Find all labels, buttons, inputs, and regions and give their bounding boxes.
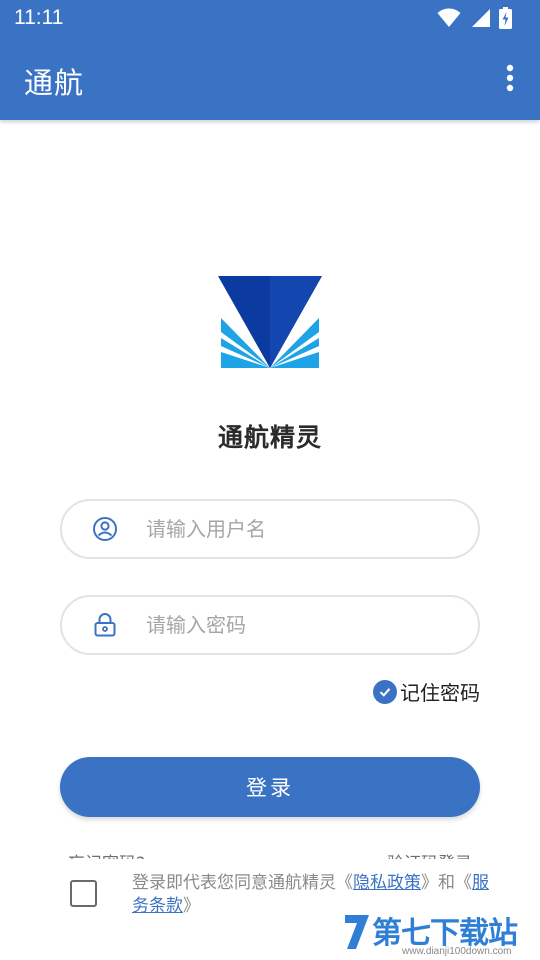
remember-password-toggle[interactable]: 记住密码: [373, 677, 480, 706]
code-login-link[interactable]: 验证码登录: [387, 849, 472, 859]
battery-charging-icon: [499, 7, 512, 29]
agreement-prefix: 登录即代表您同意通航精灵《: [132, 873, 353, 893]
app-bar: 通航: [0, 36, 540, 120]
watermark-url: www.dianji100down.com: [402, 946, 512, 957]
privacy-policy-link[interactable]: 隐私政策: [353, 873, 421, 893]
check-circle-icon[interactable]: [373, 679, 397, 704]
lock-icon: [94, 613, 116, 637]
username-input[interactable]: [146, 509, 456, 549]
password-field[interactable]: [60, 595, 480, 655]
signal-icon: [472, 9, 490, 27]
secondary-links: 忘记密码? 验证码登录: [0, 844, 540, 859]
password-input[interactable]: [146, 605, 456, 645]
login-button[interactable]: 登录: [60, 757, 480, 817]
status-icons: [437, 6, 512, 30]
app-name: 通航精灵: [217, 423, 322, 452]
app-bar-title: 通航: [24, 66, 85, 100]
username-field[interactable]: [60, 499, 480, 559]
status-bar: 11:11: [0, 0, 540, 36]
watermark: 第七下载站 www.dianji100down.com: [340, 906, 540, 960]
remember-password-label: 记住密码: [400, 681, 480, 705]
watermark-logo-icon: [345, 915, 369, 949]
agreement-checkbox[interactable]: [70, 880, 97, 907]
agreement-suffix: 》: [183, 896, 200, 916]
app-logo: [218, 276, 322, 368]
forgot-password-link[interactable]: 忘记密码?: [68, 849, 145, 859]
user-circle-icon: [93, 517, 117, 541]
wifi-icon: [437, 8, 461, 27]
more-vertical-icon[interactable]: [498, 62, 522, 94]
agreement-middle: 》和《: [421, 873, 472, 893]
status-time: 11:11: [14, 6, 64, 29]
